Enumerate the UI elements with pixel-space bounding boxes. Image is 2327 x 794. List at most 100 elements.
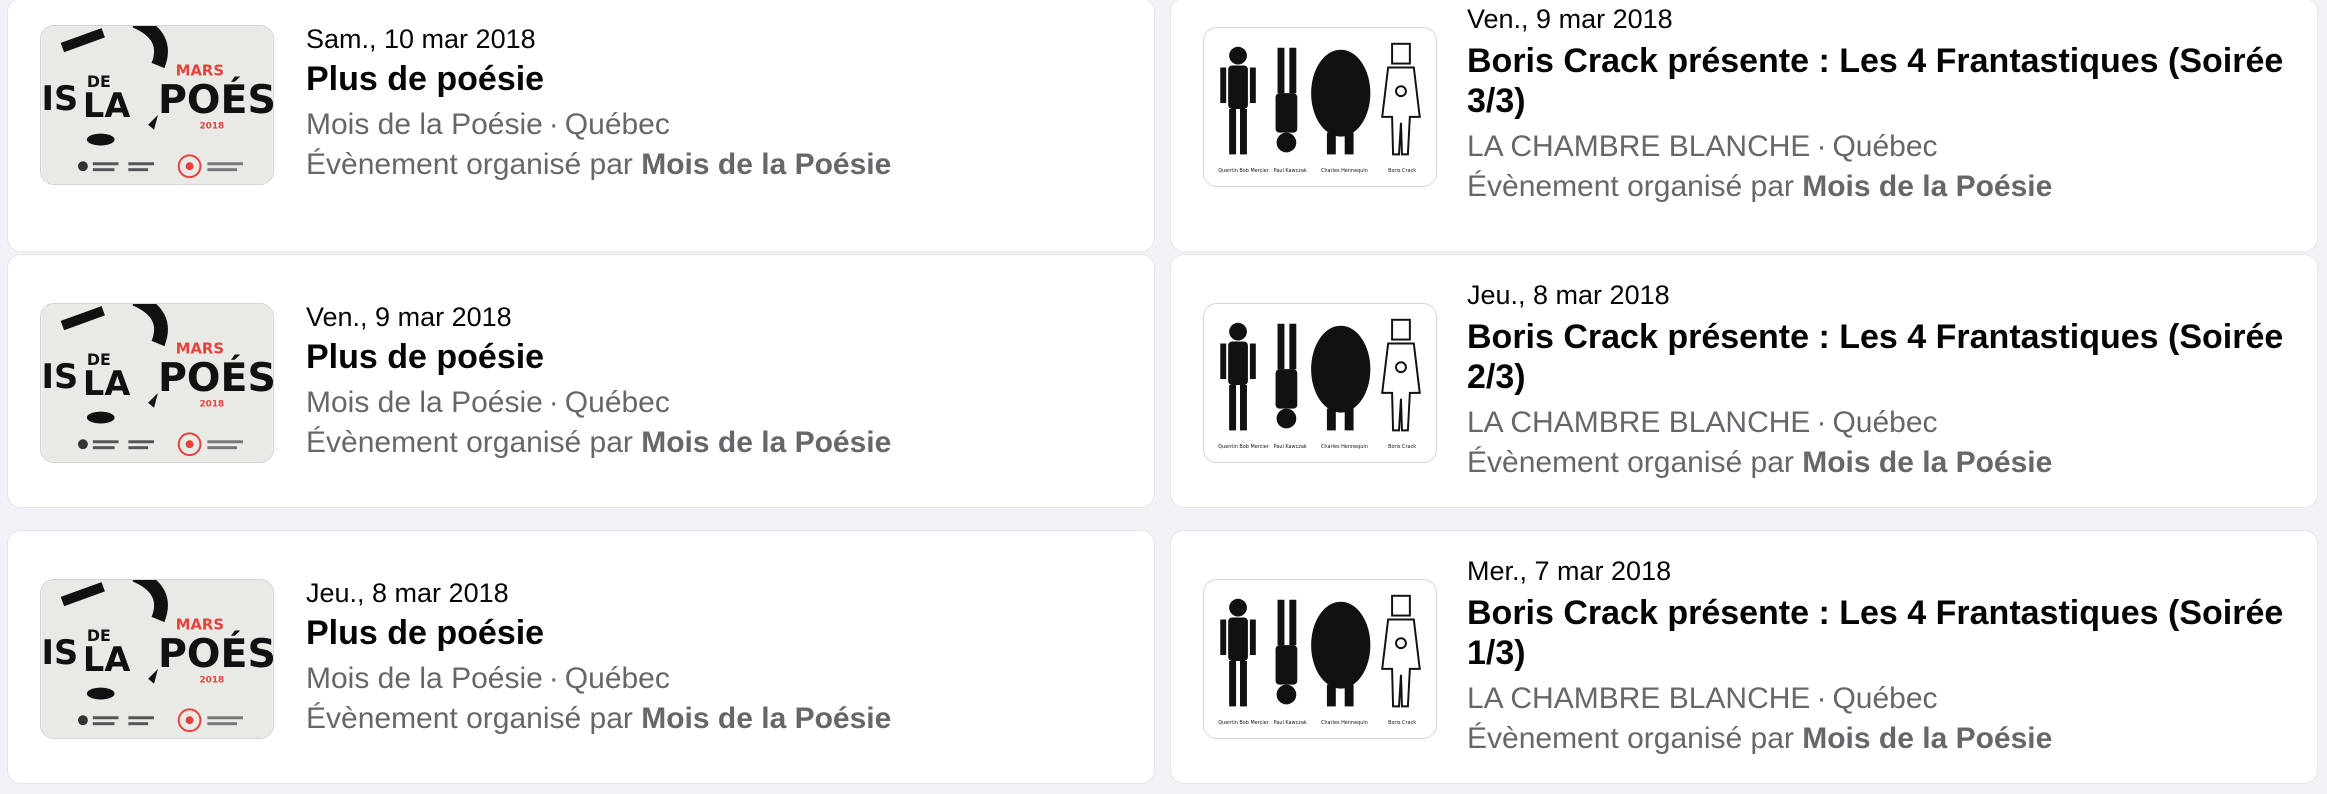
event-organizer: Évènement organisé par Mois de la Poésie	[1467, 443, 2297, 483]
svg-text:Paul Kawczak: Paul Kawczak	[1274, 444, 1307, 450]
separator: ·	[548, 662, 559, 695]
organizer-name[interactable]: Mois de la Poésie	[641, 426, 891, 459]
event-organizer: Évènement organisé par Mois de la Poésie	[306, 145, 1134, 185]
event-location: LA CHAMBRE BLANCHE · Québec	[1467, 679, 2297, 719]
poetry-poster-image[interactable]: IS DE LA MARS POÉS 2018	[40, 25, 274, 185]
event-organizer: Évènement organisé par Mois de la Poésie	[1467, 167, 2297, 207]
event-info: Ven., 9 mar 2018 Boris Crack présente : …	[1467, 3, 2297, 207]
event-info: Jeu., 8 mar 2018 Plus de poésie Mois de …	[306, 577, 1134, 739]
event-date: Jeu., 8 mar 2018	[1467, 280, 1670, 310]
svg-text:IS: IS	[41, 633, 78, 672]
svg-text:LA: LA	[83, 364, 130, 403]
four-figures-poster-svg: Quentin Bob Mercier Paul Kawczak Charles…	[1204, 28, 1436, 186]
event-venue[interactable]: LA CHAMBRE BLANCHE	[1467, 682, 1810, 715]
event-location: LA CHAMBRE BLANCHE · Québec	[1467, 127, 2297, 167]
organizer-prefix: Évènement organisé par	[1467, 722, 1794, 755]
svg-text:2018: 2018	[199, 676, 224, 686]
event-title[interactable]: Plus de poésie	[306, 613, 1134, 653]
separator: ·	[548, 386, 559, 419]
poetry-poster-svg: IS DE LA MARS POÉS 2018	[41, 26, 273, 184]
event-info: Ven., 9 mar 2018 Plus de poésie Mois de …	[306, 301, 1134, 463]
svg-text:IS: IS	[41, 357, 78, 396]
event-location: LA CHAMBRE BLANCHE · Québec	[1467, 403, 2297, 443]
event-date: Jeu., 8 mar 2018	[306, 578, 509, 608]
event-organizer: Évènement organisé par Mois de la Poésie	[1467, 719, 2297, 759]
svg-text:Charles Hennequin: Charles Hennequin	[1321, 720, 1368, 726]
event-venue[interactable]: LA CHAMBRE BLANCHE	[1467, 130, 1810, 163]
event-date: Mer., 7 mar 2018	[1467, 556, 1672, 586]
organizer-name[interactable]: Mois de la Poésie	[1802, 170, 2052, 203]
event-card[interactable]: IS DE LA MARS POÉS 2018 Jeu., 8 mar 2018…	[7, 530, 1155, 784]
event-card[interactable]: Quentin Bob Mercier Paul Kawczak Charles…	[1170, 0, 2318, 252]
event-venue[interactable]: LA CHAMBRE BLANCHE	[1467, 406, 1810, 439]
event-info: Mer., 7 mar 2018 Boris Crack présente : …	[1467, 555, 2297, 759]
poetry-poster-svg: IS DE LA MARS POÉS 2018	[41, 304, 273, 462]
event-date: Sam., 10 mar 2018	[306, 24, 536, 54]
event-card[interactable]: IS DE LA MARS POÉS 2018 Ven., 9 mar 2018…	[7, 254, 1155, 508]
event-card[interactable]: IS DE LA MARS POÉS 2018 Sam., 10 mar 201…	[7, 0, 1155, 252]
organizer-name[interactable]: Mois de la Poésie	[1802, 446, 2052, 479]
svg-text:POÉS: POÉS	[158, 630, 273, 677]
svg-text:POÉS: POÉS	[158, 354, 273, 401]
four-figures-poster-image[interactable]: Quentin Bob Mercier Paul Kawczak Charles…	[1203, 303, 1437, 463]
event-date: Ven., 9 mar 2018	[1467, 4, 1673, 34]
events-grid: IS DE LA MARS POÉS 2018 Sam., 10 mar 201…	[0, 0, 2327, 794]
four-figures-poster-svg: Quentin Bob Mercier Paul Kawczak Charles…	[1204, 304, 1436, 462]
svg-text:Charles Hennequin: Charles Hennequin	[1321, 444, 1368, 450]
svg-text:2018: 2018	[199, 400, 224, 410]
svg-text:Boris Crack: Boris Crack	[1388, 168, 1416, 174]
organizer-prefix: Évènement organisé par	[306, 702, 633, 735]
event-card[interactable]: Quentin Bob Mercier Paul Kawczak Charles…	[1170, 530, 2318, 784]
event-city: Québec	[564, 386, 670, 419]
event-location: Mois de la Poésie · Québec	[306, 105, 1134, 145]
four-figures-poster-image[interactable]: Quentin Bob Mercier Paul Kawczak Charles…	[1203, 27, 1437, 187]
four-figures-poster-svg: Quentin Bob Mercier Paul Kawczak Charles…	[1204, 580, 1436, 738]
event-venue[interactable]: Mois de la Poésie	[306, 662, 543, 695]
separator: ·	[1816, 406, 1827, 439]
event-city: Québec	[564, 108, 670, 141]
event-title[interactable]: Plus de poésie	[306, 59, 1134, 99]
event-date: Ven., 9 mar 2018	[306, 302, 512, 332]
event-title[interactable]: Boris Crack présente : Les 4 Frantastiqu…	[1467, 317, 2297, 397]
svg-text:Quentin Bob Mercier: Quentin Bob Mercier	[1218, 720, 1269, 726]
event-title[interactable]: Boris Crack présente : Les 4 Frantastiqu…	[1467, 41, 2297, 121]
poetry-poster-svg: IS DE LA MARS POÉS 2018	[41, 580, 273, 738]
event-city: Québec	[1832, 406, 1938, 439]
separator: ·	[1816, 130, 1827, 163]
svg-text:POÉS: POÉS	[158, 76, 273, 123]
event-city: Québec	[1832, 682, 1938, 715]
separator: ·	[1816, 682, 1827, 715]
event-city: Québec	[1832, 130, 1938, 163]
event-venue[interactable]: Mois de la Poésie	[306, 386, 543, 419]
svg-text:Boris Crack: Boris Crack	[1388, 444, 1416, 450]
organizer-name[interactable]: Mois de la Poésie	[641, 702, 891, 735]
svg-text:LA: LA	[83, 640, 130, 679]
four-figures-poster-image[interactable]: Quentin Bob Mercier Paul Kawczak Charles…	[1203, 579, 1437, 739]
event-location: Mois de la Poésie · Québec	[306, 383, 1134, 423]
event-info: Jeu., 8 mar 2018 Boris Crack présente : …	[1467, 279, 2297, 483]
poetry-poster-image[interactable]: IS DE LA MARS POÉS 2018	[40, 303, 274, 463]
svg-text:Paul Kawczak: Paul Kawczak	[1274, 168, 1307, 174]
poetry-poster-image[interactable]: IS DE LA MARS POÉS 2018	[40, 579, 274, 739]
organizer-prefix: Évènement organisé par	[1467, 446, 1794, 479]
separator: ·	[548, 108, 559, 141]
organizer-name[interactable]: Mois de la Poésie	[1802, 722, 2052, 755]
svg-text:IS: IS	[41, 79, 78, 118]
event-info: Sam., 10 mar 2018 Plus de poésie Mois de…	[306, 23, 1134, 185]
organizer-name[interactable]: Mois de la Poésie	[641, 148, 891, 181]
svg-text:Boris Crack: Boris Crack	[1388, 720, 1416, 726]
svg-text:Charles Hennequin: Charles Hennequin	[1321, 168, 1368, 174]
event-city: Québec	[564, 662, 670, 695]
event-organizer: Évènement organisé par Mois de la Poésie	[306, 699, 1134, 739]
event-title[interactable]: Boris Crack présente : Les 4 Frantastiqu…	[1467, 593, 2297, 673]
svg-text:2018: 2018	[199, 122, 224, 132]
svg-text:Paul Kawczak: Paul Kawczak	[1274, 720, 1307, 726]
event-organizer: Évènement organisé par Mois de la Poésie	[306, 423, 1134, 463]
event-venue[interactable]: Mois de la Poésie	[306, 108, 543, 141]
event-card[interactable]: Quentin Bob Mercier Paul Kawczak Charles…	[1170, 254, 2318, 508]
event-title[interactable]: Plus de poésie	[306, 337, 1134, 377]
organizer-prefix: Évènement organisé par	[306, 148, 633, 181]
svg-text:Quentin Bob Mercier: Quentin Bob Mercier	[1218, 168, 1269, 174]
svg-text:Quentin Bob Mercier: Quentin Bob Mercier	[1218, 444, 1269, 450]
organizer-prefix: Évènement organisé par	[1467, 170, 1794, 203]
